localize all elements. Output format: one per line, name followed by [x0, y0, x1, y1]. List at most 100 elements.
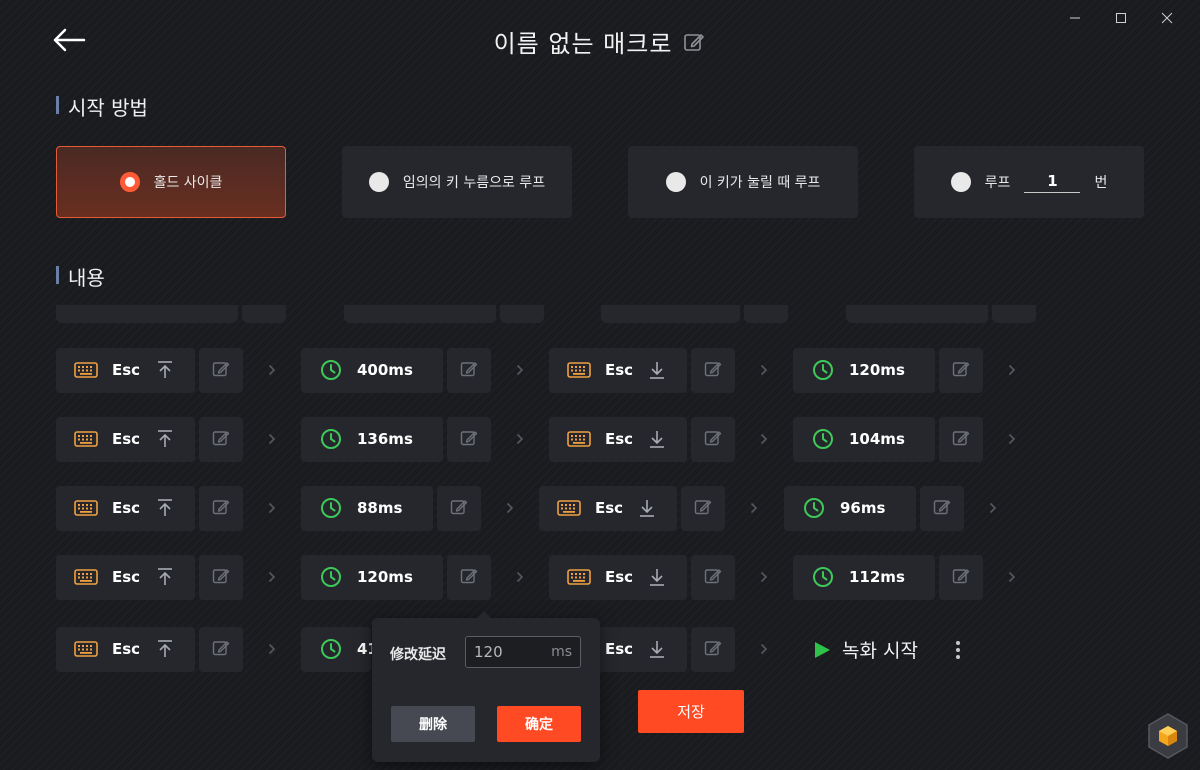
loop-count-input[interactable]: 1 — [1024, 172, 1081, 193]
delay-action-chip[interactable]: 120ms — [793, 348, 935, 393]
delay-input-value[interactable]: 120 — [474, 643, 503, 661]
edit-icon — [704, 567, 722, 589]
key-action-chip[interactable]: Esc — [549, 417, 687, 462]
start-option-key-hold-loop[interactable]: 이 키가 눌릴 때 루프 — [628, 146, 858, 218]
chevron-right-icon — [265, 641, 279, 657]
delay-action-chip[interactable]: 400ms — [301, 348, 443, 393]
delay-label: 96ms — [840, 499, 886, 517]
section-start-heading: 시작 방법 — [56, 92, 148, 121]
edit-action-button[interactable] — [199, 555, 243, 600]
delay-action-chip[interactable]: 41 — [301, 627, 378, 672]
delay-action-chip[interactable]: 96ms — [784, 486, 916, 531]
page-title: 이름 없는 매크로 — [493, 30, 673, 58]
section-content-heading: 내용 — [56, 262, 105, 291]
edit-icon — [704, 360, 722, 382]
delay-action-chip[interactable]: 88ms — [301, 486, 433, 531]
delay-action-chip[interactable]: 112ms — [793, 555, 935, 600]
key-label: Esc — [112, 640, 141, 658]
edit-icon — [952, 360, 970, 382]
clock-icon — [319, 498, 343, 518]
edit-action-button[interactable] — [939, 348, 983, 393]
key-action-chip[interactable]: Esc — [549, 348, 687, 393]
edit-icon — [212, 360, 230, 382]
start-option-loop-count[interactable]: 루프 1 번 — [914, 146, 1144, 218]
edit-action-button[interactable] — [691, 555, 735, 600]
macro-row: Esc 88ms Esc 96ms — [56, 486, 1144, 531]
faded-chip — [242, 305, 286, 323]
delay-input[interactable]: 120 ms — [465, 636, 581, 668]
record-start-button[interactable]: 녹화 시작 — [812, 636, 918, 663]
edit-action-button[interactable] — [691, 348, 735, 393]
chevron-right-icon — [265, 362, 279, 378]
faded-chip — [992, 305, 1036, 323]
edit-action-button[interactable] — [199, 348, 243, 393]
confirm-delay-button[interactable]: 确定 — [497, 706, 581, 742]
edit-action-button[interactable] — [691, 417, 735, 462]
edit-action-button[interactable] — [447, 555, 491, 600]
key-action-chip[interactable]: Esc — [56, 417, 195, 462]
start-option-label: 이 키가 눌릴 때 루프 — [699, 175, 821, 191]
keyboard-icon — [567, 567, 591, 587]
delay-action-chip[interactable]: 120ms — [301, 555, 443, 600]
radio-icon[interactable] — [950, 172, 971, 192]
edit-action-button[interactable] — [447, 348, 491, 393]
clock-icon — [802, 498, 826, 518]
chevron-right-icon — [986, 500, 1000, 516]
chevron-right-icon — [747, 500, 761, 516]
edit-action-button[interactable] — [939, 555, 983, 600]
keyboard-icon — [74, 429, 98, 449]
delay-label: 104ms — [849, 430, 905, 448]
key-action-chip[interactable]: Esc — [539, 486, 677, 531]
key-action-chip[interactable]: Esc — [56, 348, 195, 393]
start-option-hold-cycle[interactable]: 홀드 사이클 — [56, 146, 286, 218]
delay-label: 400ms — [357, 361, 413, 379]
edit-icon — [450, 498, 468, 520]
keyboard-icon — [74, 360, 98, 380]
more-options-button[interactable] — [948, 637, 968, 663]
chevron-right-icon — [757, 362, 771, 378]
edit-action-button[interactable] — [199, 627, 243, 672]
key-action-chip[interactable]: Esc — [56, 627, 195, 672]
start-option-label: 홀드 사이클 — [153, 175, 223, 191]
keyboard-icon — [74, 567, 98, 587]
edit-action-button[interactable] — [681, 486, 725, 531]
radio-icon[interactable] — [665, 172, 686, 192]
key-label: Esc — [112, 568, 141, 586]
delay-action-chip[interactable]: 104ms — [793, 417, 935, 462]
keyboard-icon — [74, 498, 98, 518]
keyboard-icon — [74, 639, 98, 659]
keyboard-icon — [567, 429, 591, 449]
edit-icon — [684, 33, 705, 51]
edit-action-button[interactable] — [437, 486, 481, 531]
edit-action-button[interactable] — [199, 486, 243, 531]
edit-action-button[interactable] — [920, 486, 964, 531]
edit-icon — [212, 429, 230, 451]
key-up-icon — [155, 429, 175, 449]
radio-selected-icon[interactable] — [119, 172, 140, 192]
edit-action-button[interactable] — [939, 417, 983, 462]
key-up-icon — [155, 567, 175, 587]
edit-action-button[interactable] — [691, 627, 735, 672]
chevron-right-icon — [757, 569, 771, 585]
start-option-any-key-loop[interactable]: 임의의 키 누름으로 루프 — [342, 146, 572, 218]
save-button[interactable]: 저장 — [638, 690, 744, 733]
key-action-chip[interactable]: Esc — [56, 555, 195, 600]
key-action-chip[interactable]: Esc — [549, 555, 687, 600]
key-down-icon — [647, 639, 667, 659]
radio-icon[interactable] — [368, 172, 389, 192]
edit-title-button[interactable] — [682, 30, 706, 54]
macro-row: Esc 120ms Esc 112ms — [56, 555, 1144, 600]
title-bar: 이름 없는 매크로 — [0, 24, 1200, 59]
edit-action-button[interactable] — [447, 417, 491, 462]
key-label: Esc — [605, 568, 634, 586]
key-up-icon — [155, 498, 175, 518]
edit-action-button[interactable] — [199, 417, 243, 462]
key-action-chip[interactable]: Esc — [56, 486, 195, 531]
faded-chip — [56, 305, 238, 323]
chevron-right-icon — [757, 431, 771, 447]
keyboard-icon — [557, 498, 581, 518]
delay-action-chip[interactable]: 136ms — [301, 417, 443, 462]
delete-delay-button[interactable]: 删除 — [391, 706, 475, 742]
key-up-icon — [155, 360, 175, 380]
delay-input-unit: ms — [551, 644, 572, 660]
